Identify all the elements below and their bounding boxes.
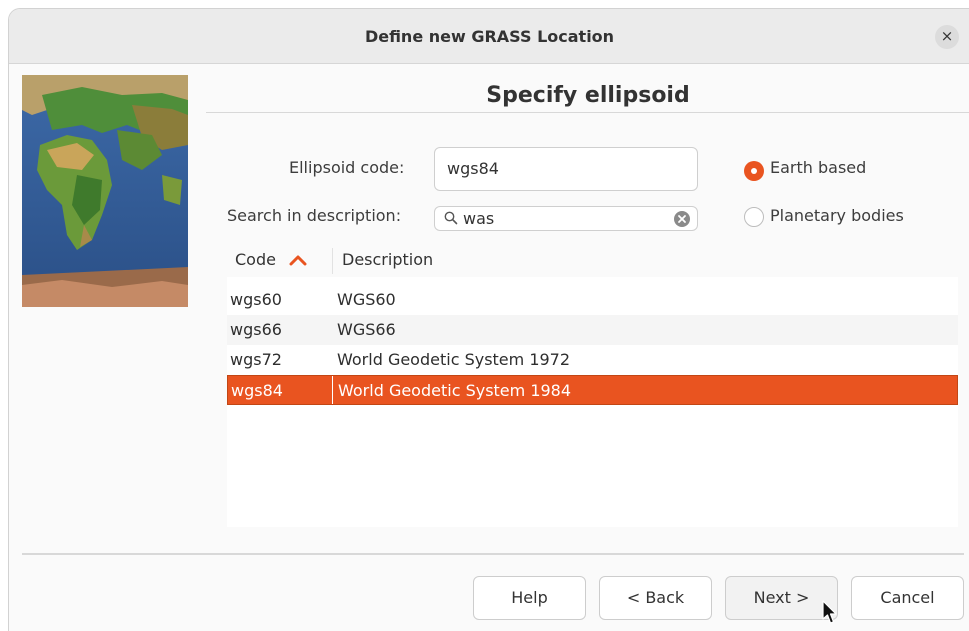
table-row[interactable]: wgs72 World Geodetic System 1972 xyxy=(227,345,958,375)
cell-code: wgs60 xyxy=(230,290,282,309)
cell-description: World Geodetic System 1984 xyxy=(338,381,572,400)
search-input[interactable]: was xyxy=(434,206,698,231)
planetary-bodies-label[interactable]: Planetary bodies xyxy=(770,206,904,225)
table-row-selected[interactable]: wgs84 World Geodetic System 1984 xyxy=(227,375,958,405)
heading-divider xyxy=(206,112,969,113)
earth-based-label[interactable]: Earth based xyxy=(770,158,866,177)
ellipsoid-list[interactable]: Code Description wgs60 WGS60 wgs66 WGS66… xyxy=(227,244,958,527)
earth-based-radio[interactable] xyxy=(744,161,764,181)
ellipsoid-code-label: Ellipsoid code: xyxy=(289,158,405,177)
footer-divider xyxy=(22,553,964,555)
cell-description: WGS60 xyxy=(337,290,396,309)
cell-code: wgs84 xyxy=(231,381,283,400)
sort-ascending-icon[interactable] xyxy=(289,253,307,267)
column-header-description[interactable]: Description xyxy=(342,250,433,269)
search-text: was xyxy=(463,209,495,228)
title-bar: Define new GRASS Location × xyxy=(9,9,969,64)
mouse-pointer-icon xyxy=(822,600,837,624)
cell-description: World Geodetic System 1972 xyxy=(337,350,571,369)
column-separator[interactable] xyxy=(332,248,333,274)
help-button[interactable]: Help xyxy=(473,576,586,620)
close-icon[interactable]: × xyxy=(935,25,959,49)
table-row[interactable]: wgs60 WGS60 xyxy=(227,285,958,315)
list-header: Code Description xyxy=(227,244,958,277)
cell-code: wgs72 xyxy=(230,350,282,369)
column-header-code[interactable]: Code xyxy=(235,250,276,269)
dialog-window: Define new GRASS Location × Specify elli… xyxy=(8,8,969,631)
planetary-bodies-radio[interactable] xyxy=(744,207,764,227)
search-icon xyxy=(444,211,458,225)
cell-code: wgs66 xyxy=(230,320,282,339)
world-map-image xyxy=(22,75,188,307)
search-description-label: Search in description: xyxy=(227,206,402,225)
window-title: Define new GRASS Location xyxy=(364,27,615,46)
table-row[interactable]: wgs66 WGS66 xyxy=(227,315,958,345)
clear-search-icon[interactable] xyxy=(673,210,691,228)
cancel-button[interactable]: Cancel xyxy=(851,576,964,620)
ellipsoid-code-input[interactable]: wgs84 xyxy=(434,147,698,191)
page-heading: Specify ellipsoid xyxy=(486,83,690,108)
column-separator xyxy=(332,376,333,404)
cell-description: WGS66 xyxy=(337,320,396,339)
back-button[interactable]: < Back xyxy=(599,576,712,620)
